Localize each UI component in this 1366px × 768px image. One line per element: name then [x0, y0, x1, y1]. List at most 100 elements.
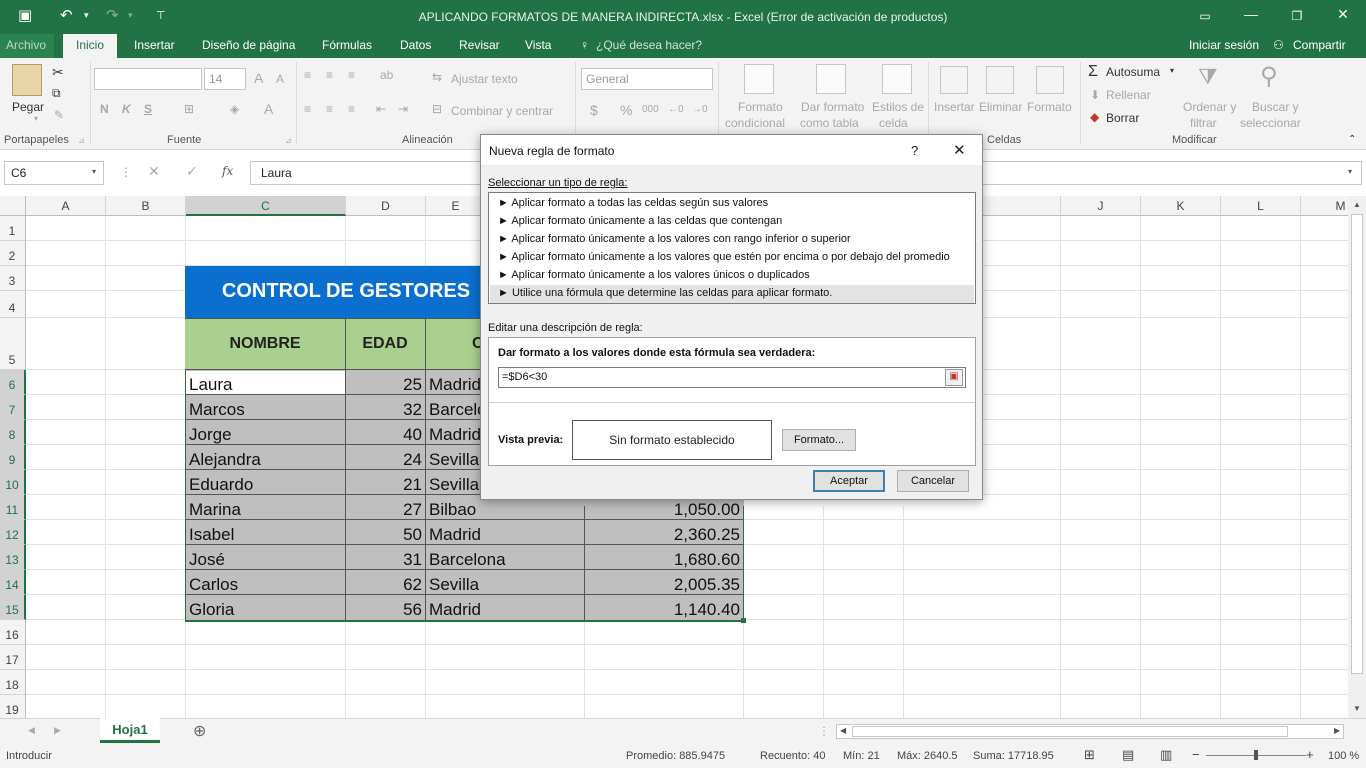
cell-name[interactable]: Alejandra [186, 447, 344, 473]
cell-name[interactable]: Laura [186, 372, 344, 398]
decrease-indent-icon[interactable]: ⇤ [376, 102, 386, 116]
cancel-entry-icon[interactable]: ✕ [148, 163, 160, 180]
paste-dropdown-icon[interactable]: ▾ [34, 114, 38, 123]
cell-age[interactable]: 32 [346, 397, 425, 423]
cell-styles-label-1[interactable]: Estilos de [872, 100, 924, 114]
insert-cells-icon[interactable] [940, 66, 968, 94]
expand-formula-icon[interactable]: ▾ [1348, 167, 1352, 176]
prev-sheet-icon[interactable]: ◀ [28, 725, 35, 736]
scroll-down-icon[interactable]: ▼ [1353, 704, 1361, 713]
insert-cells-button[interactable]: Insertar [934, 100, 975, 114]
collapse-ribbon-icon[interactable]: ⌃ [1348, 134, 1356, 145]
formula-field[interactable] [498, 367, 966, 388]
clear-button[interactable]: Borrar [1106, 111, 1139, 125]
close-window-icon[interactable]: ✕ [1328, 6, 1358, 23]
row-header[interactable]: 12 [0, 520, 26, 545]
tab-inicio[interactable]: Inicio [63, 34, 118, 58]
row-header[interactable]: 7 [0, 395, 26, 420]
row-header[interactable]: 2 [0, 241, 26, 266]
delete-cells-icon[interactable] [986, 66, 1014, 94]
merge-icon[interactable]: ⊟ [432, 102, 442, 116]
tab-revisar[interactable]: Revisar [459, 38, 500, 52]
insert-function-icon[interactable]: fx [222, 164, 233, 178]
row-header[interactable]: 14 [0, 570, 26, 595]
grow-font-icon[interactable]: A [254, 70, 263, 86]
align-left-icon[interactable]: ≡ [304, 102, 311, 116]
paste-label[interactable]: Pegar [12, 100, 44, 114]
decrease-decimal-icon[interactable]: →0 [692, 104, 708, 115]
conditional-format-icon[interactable] [744, 64, 774, 94]
cell-city[interactable]: Barcelona [426, 547, 584, 573]
column-header[interactable]: A [26, 196, 106, 216]
ribbon-display-icon[interactable]: ▭ [1190, 9, 1220, 23]
header-edad[interactable]: EDAD [345, 335, 425, 353]
page-layout-icon[interactable]: ▤ [1122, 747, 1134, 763]
column-header[interactable]: D [346, 196, 426, 216]
cell-city[interactable]: Madrid [426, 422, 482, 448]
cell-name[interactable]: Marina [186, 497, 344, 523]
cell-age[interactable]: 50 [346, 522, 425, 548]
cell-name[interactable]: José [186, 547, 344, 573]
horizontal-scroll-thumb[interactable] [852, 726, 1288, 737]
cell-city[interactable]: Barcelo [426, 397, 482, 423]
wrap-text-button[interactable]: Ajustar texto [451, 72, 518, 86]
sort-filter-label-1[interactable]: Ordenar y [1183, 100, 1236, 114]
cell-city[interactable]: Sevilla [426, 447, 482, 473]
find-select-label-1[interactable]: Buscar y [1252, 100, 1299, 114]
cell-age[interactable]: 24 [346, 447, 425, 473]
cell-styles-label-2[interactable]: celda [879, 116, 908, 130]
rule-type-item[interactable]: ► Aplicar formato únicamente a los valor… [490, 231, 974, 249]
page-break-icon[interactable]: ▥ [1160, 747, 1172, 763]
cell-city[interactable]: Madrid [426, 372, 482, 398]
tab-formulas[interactable]: Fórmulas [322, 38, 372, 52]
conditional-format-label-2[interactable]: condicional [725, 116, 785, 130]
copy-icon[interactable]: ⧉ [52, 86, 61, 101]
italic-button[interactable]: K [122, 102, 131, 116]
cell-name[interactable]: Gloria [186, 597, 344, 623]
sheet-tab-hoja1[interactable]: Hoja1 [100, 718, 160, 743]
next-sheet-icon[interactable]: ▶ [54, 725, 61, 736]
zoom-out-icon[interactable]: − [1192, 747, 1200, 762]
format-button[interactable]: Formato... [782, 429, 856, 451]
cell-styles-icon[interactable] [882, 64, 912, 94]
name-box-dropdown-icon[interactable]: ▾ [92, 167, 96, 176]
tab-diseno-pagina[interactable]: Diseño de página [202, 38, 295, 52]
normal-view-icon[interactable]: ⊞ [1084, 747, 1095, 763]
number-format-dropdown[interactable]: General [581, 68, 713, 90]
cell-name[interactable]: Isabel [186, 522, 344, 548]
sign-in-link[interactable]: Iniciar sesión [1189, 38, 1259, 52]
share-button[interactable]: Compartir [1293, 38, 1346, 52]
zoom-slider-thumb[interactable] [1254, 750, 1258, 760]
add-sheet-icon[interactable]: ⊕ [193, 721, 206, 741]
header-nombre[interactable]: NOMBRE [185, 335, 345, 353]
cancel-button[interactable]: Cancelar [897, 470, 969, 492]
format-painter-icon[interactable]: ✎ [54, 108, 64, 122]
ok-button[interactable]: Aceptar [813, 470, 885, 492]
row-header[interactable]: 9 [0, 445, 26, 470]
percent-button[interactable]: % [620, 102, 632, 118]
font-color-icon[interactable]: A [264, 101, 273, 117]
fill-button[interactable]: Rellenar [1106, 88, 1151, 102]
autosum-icon[interactable]: Σ [1088, 63, 1098, 81]
cell-age[interactable]: 56 [346, 597, 425, 623]
scroll-up-icon[interactable]: ▲ [1353, 200, 1361, 209]
fill-icon[interactable]: ⬇ [1090, 88, 1100, 102]
cell-amount[interactable]: 1,050.00 [585, 497, 743, 523]
row-header[interactable]: 5 [0, 318, 26, 370]
font-size-dropdown[interactable]: 14 [204, 68, 246, 90]
format-as-table-label-2[interactable]: como tabla [800, 116, 859, 130]
font-name-dropdown[interactable] [94, 68, 202, 90]
row-header[interactable]: 3 [0, 266, 26, 291]
column-header[interactable]: I [983, 196, 1061, 216]
cell-age[interactable]: 25 [346, 372, 425, 398]
collapse-dialog-icon[interactable]: ▣ [945, 369, 963, 386]
clipboard-launcher-icon[interactable]: ⊿ [78, 136, 85, 145]
cell-amount[interactable]: 2,005.35 [585, 572, 743, 598]
row-header[interactable]: 11 [0, 495, 26, 520]
row-header[interactable]: 8 [0, 420, 26, 445]
cell-city[interactable]: Sevilla [426, 472, 482, 498]
underline-button[interactable]: S [144, 102, 152, 116]
cell-age[interactable]: 62 [346, 572, 425, 598]
column-header[interactable]: L [1221, 196, 1301, 216]
tab-vista[interactable]: Vista [525, 38, 551, 52]
